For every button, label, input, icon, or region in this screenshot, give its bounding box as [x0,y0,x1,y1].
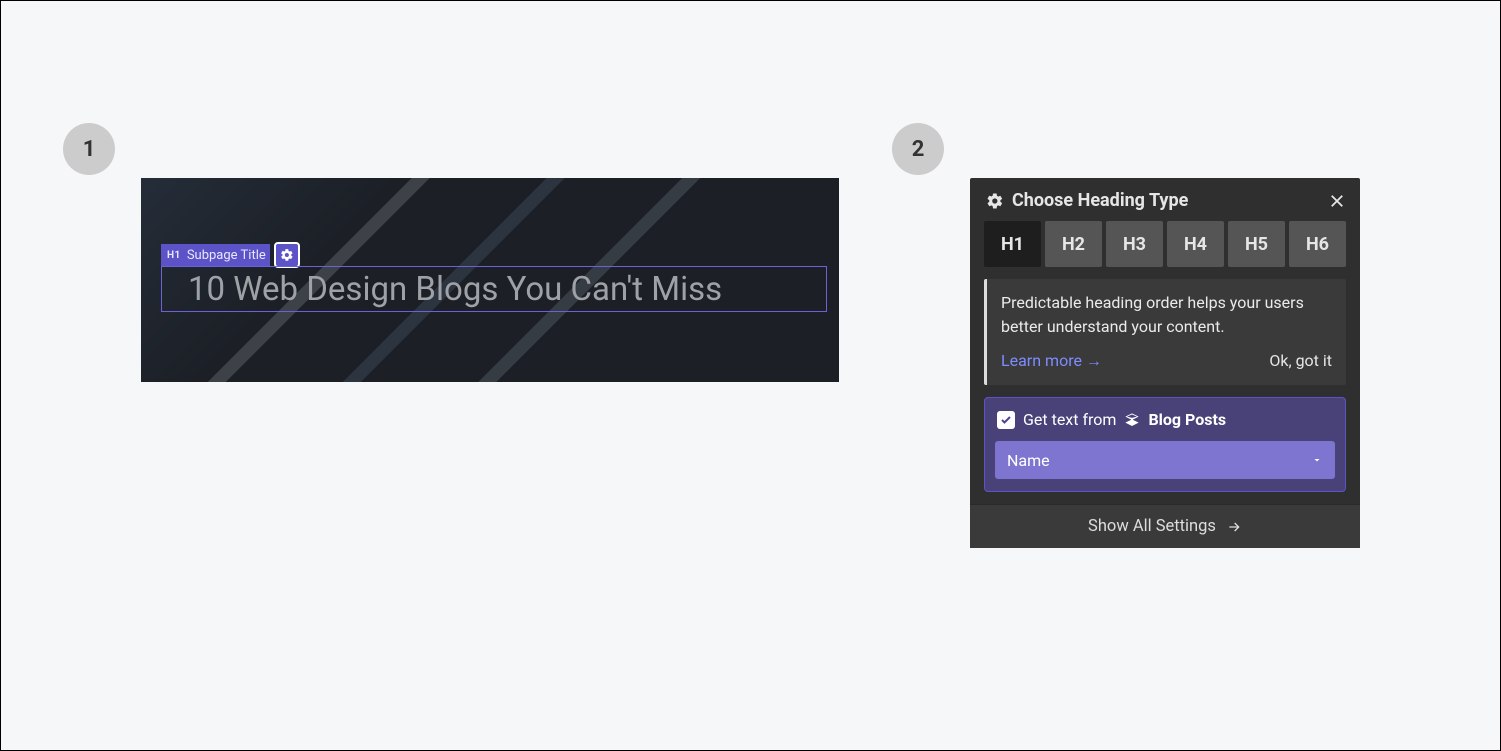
tab-label: H4 [1184,234,1207,255]
info-callout: Predictable heading order helps your use… [984,279,1346,385]
close-icon [1328,192,1346,210]
editor-canvas[interactable]: H1 Subpage Title 10 Web Design Blogs You… [141,178,839,382]
tab-label: H5 [1245,234,1268,255]
info-text: Predictable heading order helps your use… [1001,291,1332,339]
gear-icon [280,248,294,262]
selection-settings-button[interactable] [274,242,300,268]
bind-field-select[interactable]: Name [995,441,1335,479]
selected-heading-element[interactable]: 10 Web Design Blogs You Can't Miss [161,266,827,312]
bind-field-value: Name [1007,451,1050,470]
bind-checkbox[interactable] [997,411,1015,429]
panel-header: Choose Heading Type [970,178,1360,221]
learn-more-link[interactable]: Learn more → [1001,349,1102,373]
cms-binding-section: Get text from Blog Posts Name [984,397,1346,492]
bind-prefix-label: Get text from [1023,410,1116,429]
stack-icon [1124,412,1140,428]
bind-toggle-row[interactable]: Get text from Blog Posts [995,408,1335,431]
heading-level-tabs: H1 H2 H3 H4 H5 H6 [970,221,1360,279]
tab-label: H3 [1123,234,1146,255]
panel-title: Choose Heading Type [1012,190,1188,211]
tab-h4[interactable]: H4 [1167,221,1224,267]
bind-source-name: Blog Posts [1148,410,1226,429]
show-all-label: Show All Settings [1088,517,1216,536]
selection-tag-badge: H1 [167,250,181,261]
check-icon [1000,414,1012,426]
step-badge-2: 2 [892,123,944,175]
tab-h5[interactable]: H5 [1228,221,1285,267]
step-badge-1: 1 [63,123,115,175]
arrow-right-icon [1226,519,1242,535]
chevron-down-icon [1311,454,1323,466]
tab-h3[interactable]: H3 [1106,221,1163,267]
ok-got-it-button[interactable]: Ok, got it [1269,349,1332,373]
step-number: 1 [83,137,96,162]
selection-tag-name: Subpage Title [187,248,266,263]
gear-icon [986,192,1004,210]
tab-label: H2 [1062,234,1085,255]
heading-settings-panel: Choose Heading Type H1 H2 H3 H4 H5 H6 Pr… [970,178,1360,548]
tab-h6[interactable]: H6 [1289,221,1346,267]
step-number: 2 [912,137,925,162]
tab-h2[interactable]: H2 [1045,221,1102,267]
show-all-settings-button[interactable]: Show All Settings [970,504,1360,548]
tab-h1[interactable]: H1 [984,221,1041,267]
tab-label: H6 [1306,234,1329,255]
close-button[interactable] [1328,192,1346,210]
selection-tag-label[interactable]: H1 Subpage Title [161,244,270,266]
heading-text: 10 Web Design Blogs You Can't Miss [188,270,722,309]
tab-label: H1 [1001,234,1024,255]
